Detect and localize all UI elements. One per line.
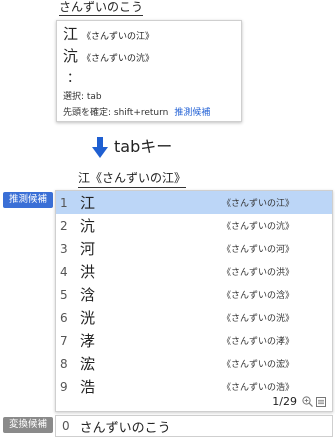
candidate-item-2[interactable]: 2 沆 《さんずいの沆》 — [56, 214, 332, 237]
mini-candidate-kanji: 沆 — [63, 47, 79, 65]
arrow-down-icon — [92, 137, 108, 158]
mini-candidate-annotation: 《さんずいの沆》 — [82, 54, 155, 64]
candidate-number: 8 — [60, 356, 68, 371]
candidate-annotation: 《さんずいの浤》 — [222, 360, 295, 370]
candidate-annotation: 《さんずいの河》 — [222, 245, 295, 255]
candidate-item-7[interactable]: 7 涍 《さんずいの涍》 — [56, 329, 332, 352]
candidate-kanji: 河 — [80, 240, 96, 258]
candidate-number: 5 — [60, 287, 68, 302]
mini-candidate-kanji: 江 — [63, 25, 79, 43]
candidate-number: 9 — [60, 379, 68, 394]
candidate-annotation: 《さんずいの浩》 — [222, 383, 295, 393]
candidate-kanji: 浤 — [80, 355, 96, 373]
candidate-kanji: 涍 — [80, 332, 96, 350]
candidate-number: 1 — [60, 195, 68, 210]
confirm-hint: 先頭を確定: shift+return 推測候補 — [63, 105, 210, 118]
page-number: 1/29 — [272, 395, 297, 408]
candidate-annotation: 《さんずいの沆》 — [222, 222, 295, 232]
candidate-kanji: 江 — [80, 194, 96, 212]
page-indicator: 1/29 — [272, 395, 326, 408]
select-hint: 選択: tab — [63, 92, 102, 102]
candidate-item-4[interactable]: 4 洪 《さんずいの洪》 — [56, 260, 332, 283]
zoom-in-icon[interactable] — [302, 396, 313, 407]
candidate-annotation: 《さんずいの江》 — [222, 199, 295, 209]
conversion-candidate-row[interactable]: 0 さんずいのこう — [55, 415, 333, 437]
candidate-annotation: 《さんずいの涍》 — [222, 337, 295, 347]
candidate-kanji: 沆 — [80, 217, 96, 235]
confirm-hint-text: 先頭を確定: shift+return — [63, 108, 169, 118]
ellipsis-indicator: ： — [67, 71, 81, 86]
candidate-annotation: 《さんずいの洸》 — [222, 314, 295, 324]
candidate-number: 7 — [60, 333, 68, 348]
candidate-number: 3 — [60, 241, 68, 256]
candidate-item-5[interactable]: 5 浛 《さんずいの浛》 — [56, 283, 332, 306]
candidate-number: 6 — [60, 310, 68, 325]
candidate-item-1[interactable]: 1 江 《さんずいの江》 — [56, 191, 332, 214]
list-view-icon[interactable] — [316, 396, 326, 407]
conversion-text: さんずいのこう — [79, 420, 171, 436]
candidate-item-6[interactable]: 6 洸 《さんずいの洸》 — [56, 306, 332, 329]
candidate-item-3[interactable]: 3 河 《さんずいの河》 — [56, 237, 332, 260]
candidate-panel: 1 江 《さんずいの江》 2 沆 《さんずいの沆》 3 河 《さんずいの河》 4… — [55, 190, 333, 412]
mini-candidate-popup: 江 《さんずいの江》 沆 《さんずいの沆》 ： 選択: tab 先頭を確定: s… — [56, 20, 242, 122]
candidate-kanji: 浛 — [80, 286, 96, 304]
candidate-annotation: 《さんずいの洪》 — [222, 268, 295, 278]
predict-candidates-badge: 推測候補 — [3, 192, 53, 208]
candidate-number: 2 — [60, 218, 68, 233]
conversion-candidates-badge: 変換候補 — [3, 417, 53, 433]
candidate-annotation: 《さんずいの浛》 — [222, 291, 295, 301]
candidate-item-8[interactable]: 8 浤 《さんずいの浤》 — [56, 352, 332, 375]
conversion-number: 0 — [62, 419, 70, 433]
mini-candidate-item[interactable]: 江 《さんずいの江》 — [63, 23, 154, 44]
candidate-number: 4 — [60, 264, 68, 279]
candidate-kanji: 洪 — [80, 263, 96, 281]
predict-candidates-link[interactable]: 推測候補 — [174, 108, 210, 118]
tab-key-label: tabキー — [114, 137, 173, 156]
mini-candidate-annotation: 《さんずいの江》 — [82, 32, 155, 42]
candidate-kanji: 浩 — [80, 378, 96, 396]
candidate-kanji: 洸 — [80, 309, 96, 327]
composed-text: 江《さんずいの江》 — [78, 171, 187, 188]
reading-text: さんずいのこう — [59, 0, 144, 16]
mini-candidate-item[interactable]: 沆 《さんずいの沆》 — [63, 45, 154, 66]
